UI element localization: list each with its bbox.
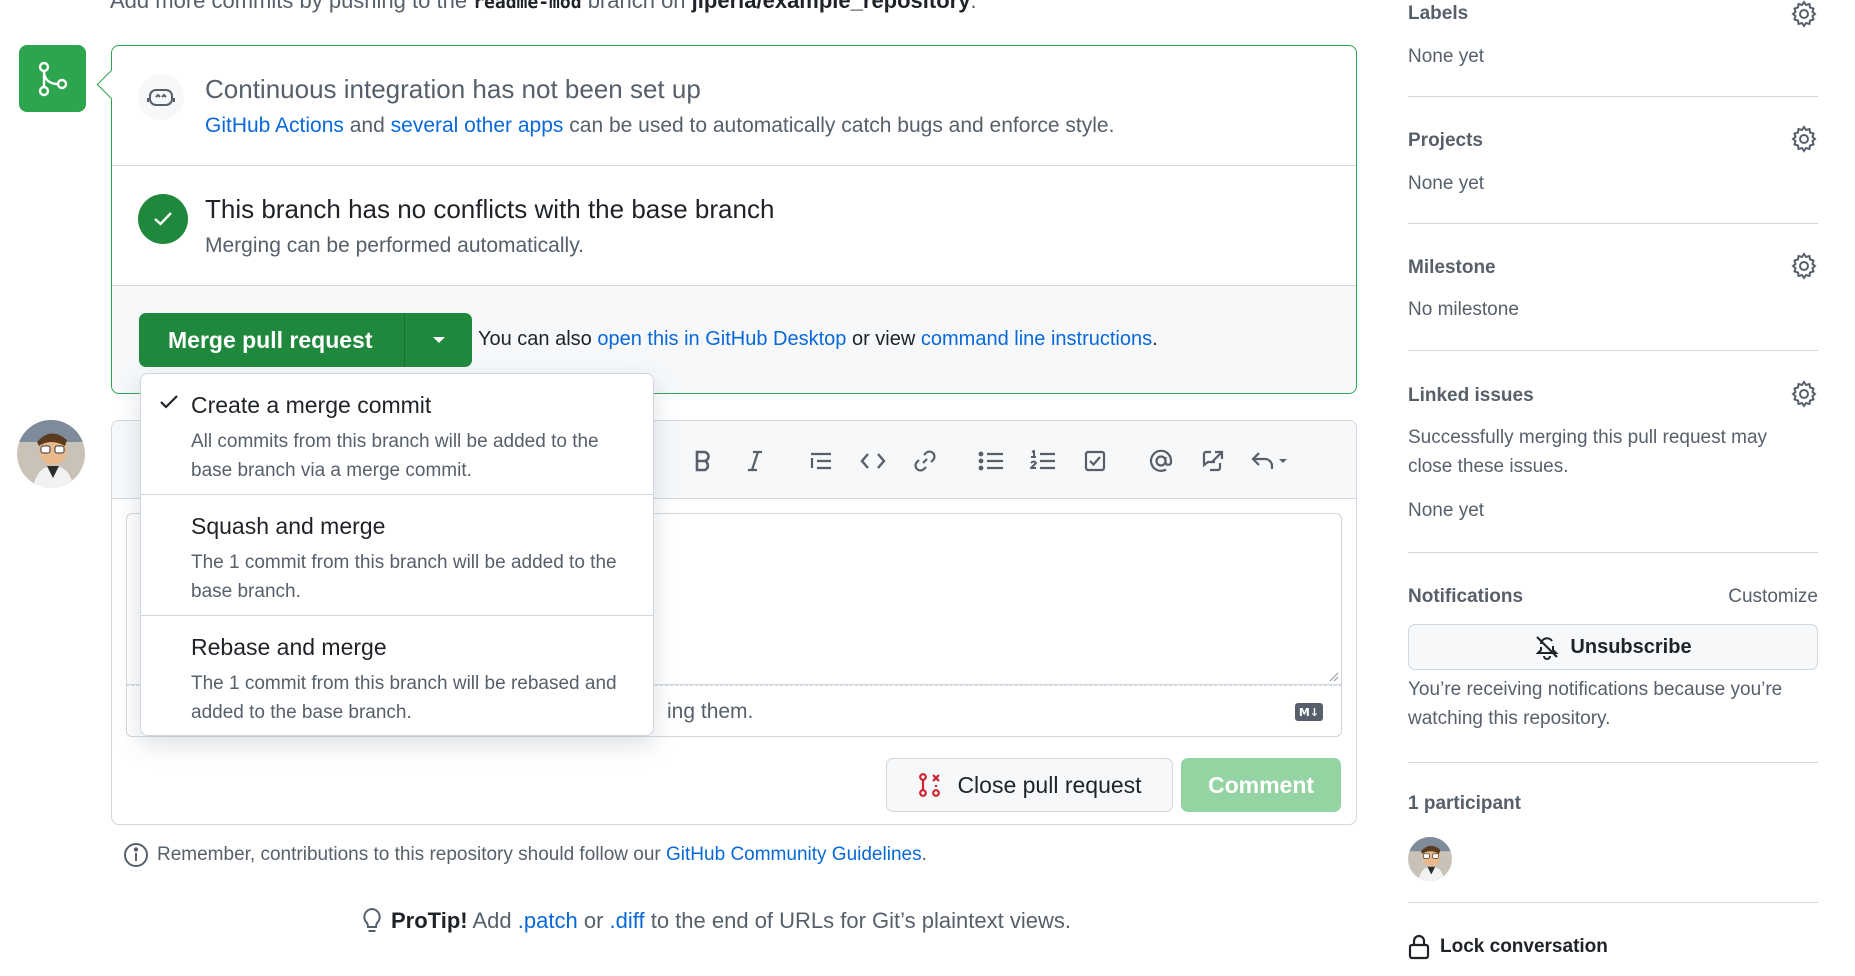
guidelines-note: Remember, contributions to this reposito… bbox=[123, 842, 927, 868]
merge-method-create-merge-commit[interactable]: Create a merge commit All commits from t… bbox=[141, 374, 653, 495]
lock-conversation-button[interactable]: Lock conversation bbox=[1408, 934, 1608, 960]
conflicts-title: This branch has no conflicts with the ba… bbox=[205, 194, 775, 224]
patch-link[interactable]: .patch bbox=[518, 908, 578, 933]
merge-pull-request-button[interactable]: Merge pull request bbox=[139, 313, 406, 367]
github-desktop-link[interactable]: open this in GitHub Desktop bbox=[597, 328, 846, 350]
code-icon bbox=[860, 453, 886, 469]
sidebar-linked-issues: Linked issues Successfully merging this … bbox=[1408, 351, 1818, 553]
heading-button[interactable] bbox=[795, 441, 847, 481]
link-icon bbox=[914, 450, 936, 472]
merge-method-rebase[interactable]: Rebase and merge The 1 commit from this … bbox=[141, 616, 653, 736]
customize-notifications-link[interactable]: Customize bbox=[1728, 586, 1818, 608]
markdown-toolbar bbox=[677, 441, 1301, 481]
bold-button[interactable] bbox=[677, 441, 729, 481]
triangle-down-icon bbox=[432, 337, 445, 343]
gear-icon[interactable] bbox=[1790, 380, 1818, 408]
close-pull-request-button[interactable]: Close pull request bbox=[886, 758, 1173, 812]
command-line-link[interactable]: command line instructions bbox=[921, 328, 1152, 350]
mention-button[interactable] bbox=[1135, 441, 1187, 481]
bold-icon bbox=[695, 450, 710, 472]
diff-link[interactable]: .diff bbox=[610, 908, 645, 933]
robot-icon bbox=[138, 74, 184, 120]
sidebar-projects: Projects None yet bbox=[1408, 97, 1818, 224]
ci-description: GitHub Actions and several other apps ca… bbox=[205, 114, 1115, 137]
merge-box: Continuous integration has not been set … bbox=[111, 45, 1357, 394]
check-icon bbox=[160, 395, 178, 409]
unordered-list-button[interactable] bbox=[965, 441, 1017, 481]
git-merge-icon bbox=[19, 45, 86, 112]
push-hint: Add more commits by pushing to the readm… bbox=[110, 0, 977, 14]
info-icon bbox=[124, 843, 148, 867]
protip: ProTip! Add .patch or .diff to the end o… bbox=[361, 907, 1071, 935]
gear-icon[interactable] bbox=[1790, 252, 1818, 280]
merge-method-menu: Create a merge commit All commits from t… bbox=[140, 373, 654, 736]
reply-button[interactable] bbox=[1239, 441, 1301, 481]
light-bulb-icon bbox=[363, 907, 381, 932]
gear-icon[interactable] bbox=[1790, 0, 1818, 28]
other-apps-link[interactable]: several other apps bbox=[391, 114, 564, 137]
sidebar-participants: 1 participant bbox=[1408, 763, 1818, 903]
comment-button[interactable]: Comment bbox=[1181, 758, 1341, 812]
markdown-icon[interactable]: M↓ bbox=[1295, 703, 1323, 721]
list-ordered-icon bbox=[1030, 450, 1055, 470]
conflicts-subtitle: Merging can be performed automatically. bbox=[205, 234, 584, 257]
participant-avatar[interactable] bbox=[1408, 837, 1452, 881]
italic-icon bbox=[748, 450, 762, 472]
sidebar-labels: Labels None yet bbox=[1408, 0, 1818, 97]
bell-slash-icon bbox=[1536, 636, 1559, 660]
ci-status-row: Continuous integration has not been set … bbox=[112, 46, 1356, 166]
merge-method-squash[interactable]: Squash and merge The 1 commit from this … bbox=[141, 495, 653, 616]
cross-reference-icon bbox=[1202, 450, 1224, 472]
list-unordered-icon bbox=[978, 451, 1003, 471]
task-list-button[interactable] bbox=[1069, 441, 1121, 481]
italic-button[interactable] bbox=[729, 441, 781, 481]
list-heading-icon bbox=[810, 452, 831, 470]
lock-icon bbox=[1408, 934, 1430, 960]
tasklist-icon bbox=[1084, 450, 1106, 472]
gear-icon[interactable] bbox=[1790, 125, 1818, 153]
cross-reference-button[interactable] bbox=[1187, 441, 1239, 481]
repo-name: jiperia/example_repository bbox=[691, 0, 971, 13]
unsubscribe-button[interactable]: Unsubscribe bbox=[1408, 624, 1818, 670]
sidebar-milestone: Milestone No milestone bbox=[1408, 224, 1818, 351]
mention-icon bbox=[1149, 449, 1173, 472]
resize-handle-icon bbox=[1329, 672, 1339, 682]
merge-method-dropdown-button[interactable] bbox=[405, 313, 473, 367]
avatar[interactable] bbox=[17, 420, 85, 488]
link-button[interactable] bbox=[899, 441, 951, 481]
code-button[interactable] bbox=[847, 441, 899, 481]
github-actions-link[interactable]: GitHub Actions bbox=[205, 114, 344, 137]
merge-button-group: Merge pull request bbox=[139, 313, 473, 367]
check-circle-icon bbox=[138, 194, 188, 244]
conflicts-row: This branch has no conflicts with the ba… bbox=[112, 166, 1356, 286]
ordered-list-button[interactable] bbox=[1017, 441, 1069, 481]
sidebar: Labels None yet Projects None yet Milest… bbox=[1408, 0, 1818, 976]
community-guidelines-link[interactable]: GitHub Community Guidelines bbox=[666, 844, 922, 865]
sidebar-notifications: Notifications Customize Unsubscribe You’… bbox=[1408, 553, 1818, 763]
branch-name: readme-mod bbox=[473, 0, 582, 13]
ci-title: Continuous integration has not been set … bbox=[205, 74, 701, 104]
reply-icon bbox=[1251, 452, 1287, 469]
git-pull-request-closed-icon bbox=[919, 773, 941, 797]
merge-alternatives: You can also open this in GitHub Desktop… bbox=[478, 328, 1158, 350]
